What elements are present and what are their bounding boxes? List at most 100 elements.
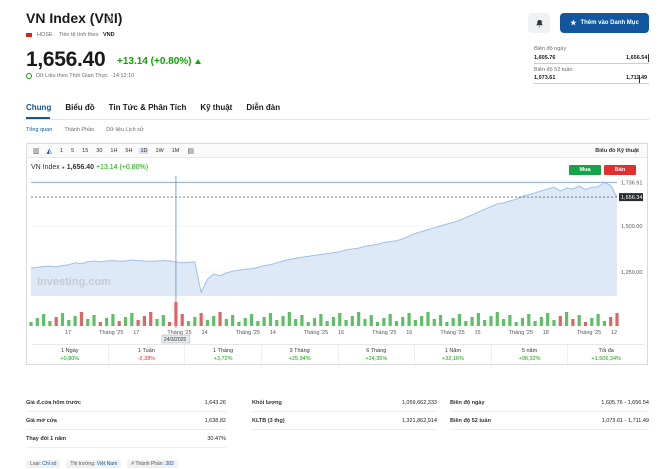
volume-bar — [54, 317, 58, 326]
volume-bar — [281, 316, 285, 326]
price-change: +13.14 (+0.80%) — [117, 56, 192, 67]
volume-bar — [375, 322, 380, 326]
x-tick-label: Tháng '25 — [440, 330, 464, 336]
volume-bar — [483, 320, 487, 326]
performance-cell[interactable]: 5 năm +98,32% — [492, 345, 569, 367]
crosshair-date-label: 24/3/2025 — [164, 337, 186, 343]
timeframe-5h[interactable]: 5H — [124, 148, 133, 154]
volume-bar — [237, 322, 241, 326]
timeframe-5[interactable]: 5 — [70, 148, 75, 154]
members-chip[interactable]: # Thành Phần: 383 — [127, 460, 178, 468]
candlestick-icon[interactable]: ▥ — [33, 147, 40, 155]
volume-bar — [262, 317, 266, 326]
alert-bell-button[interactable]: + — [528, 13, 550, 33]
compare-icon[interactable]: ▤ — [187, 147, 194, 155]
volume-bar — [155, 319, 159, 326]
performance-cell[interactable]: 1 Tháng +3,72% — [185, 345, 262, 367]
price-chart[interactable]: 1,736.91 1,500.00 1,250.00 1,656.34 Investin… — [27, 176, 647, 344]
stat-value: 1,638.82 — [204, 417, 226, 424]
volume-bar — [602, 321, 606, 326]
market-value: Việt Nam — [96, 461, 118, 467]
volume-bar — [363, 319, 367, 326]
buy-button[interactable]: Mua — [569, 165, 601, 175]
volume-bar — [338, 313, 342, 326]
volume-bar — [470, 317, 474, 326]
volume-bar — [212, 316, 216, 326]
area-chart-icon[interactable]: ◭ — [47, 147, 52, 155]
performance-period: 3 Tháng — [289, 348, 310, 354]
tab-technical[interactable]: Kỹ thuật — [200, 103, 232, 112]
volume-bar — [136, 320, 140, 326]
volume-bar — [224, 319, 228, 326]
subtab-summary[interactable]: Tổng quan — [26, 127, 52, 133]
volume-bar — [445, 322, 449, 326]
volume-bar — [205, 320, 210, 326]
timeframe-1m[interactable]: 1M — [171, 148, 181, 154]
index-meta-footer: Loại: Chỉ số Thị trường: Việt Nam # Thàn… — [26, 460, 178, 468]
timeframe-1w[interactable]: 1W — [154, 148, 164, 154]
week52-range-marker — [638, 75, 640, 83]
volume-bar — [312, 318, 317, 326]
volume-bar — [432, 319, 436, 326]
main-tabs: Chung Biểu đồ Tin Tức & Phân Tích Kỹ thu… — [26, 103, 280, 112]
tab-forum[interactable]: Diễn đàn — [246, 103, 280, 112]
performance-cell[interactable]: 1 Năm +32,16% — [415, 345, 492, 367]
market-chip[interactable]: Thị trường: Việt Nam — [66, 460, 122, 468]
timeframe-15[interactable]: 15 — [81, 148, 89, 154]
timeframe-1h[interactable]: 1H — [109, 148, 118, 154]
volume-bar — [344, 320, 348, 326]
volume-bar — [79, 312, 84, 326]
performance-value: +0,80% — [60, 356, 80, 362]
volume-bar — [407, 313, 411, 326]
tab-overview[interactable]: Chung — [26, 103, 51, 112]
timeframe-1d[interactable]: 1D — [139, 147, 149, 154]
stats-column-1: Giá đ.cửa hôm trước 1,643.26 Giá mở cửa 1,6… — [26, 394, 226, 448]
add-to-watchlist-button[interactable]: ★ Thêm vào Danh Mục — [560, 13, 649, 33]
volume-bar — [489, 316, 493, 326]
timeframe-1[interactable]: 1 — [59, 148, 64, 154]
performance-value: +1.506,34% — [591, 356, 621, 362]
week52-range-high: 1,711.49 — [626, 75, 648, 81]
volume-bar — [130, 313, 134, 326]
subtab-components[interactable]: Thành Phần — [64, 127, 94, 133]
performance-cell[interactable]: 1 Ngày +0,80% — [32, 345, 109, 367]
volume-bar — [48, 321, 52, 326]
performance-cell[interactable]: 3 Tháng +25,94% — [262, 345, 339, 367]
volume-bar — [29, 322, 33, 326]
volume-bar — [294, 319, 298, 326]
subtab-historical-data[interactable]: Dữ liệu Lịch sử — [106, 127, 143, 133]
performance-cell[interactable]: Tối đa +1.506,34% — [568, 345, 644, 367]
type-chip[interactable]: Loại: Chỉ số — [26, 460, 61, 468]
info-icon[interactable] — [106, 15, 113, 22]
tab-chart[interactable]: Biểu đồ — [65, 103, 94, 112]
sell-button[interactable]: Bán — [604, 165, 636, 175]
x-tick-label: 14 — [270, 330, 276, 336]
volume-bar — [520, 318, 525, 326]
volume-bar — [527, 314, 531, 326]
volume-bar — [426, 312, 430, 326]
stat-value: 1,059,662,333 — [401, 399, 437, 406]
stat-label: Biên độ 52 tuần — [450, 417, 491, 424]
performance-cell[interactable]: 6 Tháng +24,35% — [339, 345, 416, 367]
volume-bar — [420, 316, 424, 326]
x-tick-label: 12 — [611, 330, 617, 336]
performance-value: +24,35% — [365, 356, 388, 362]
volume-bar — [256, 321, 260, 326]
volume-bar — [331, 317, 336, 326]
sub-tabs: Tổng quan Thành Phần Dữ liệu Lịch sử — [26, 127, 144, 133]
volume-bar — [218, 312, 222, 326]
performance-cell[interactable]: 1 Tuần -2,38% — [109, 345, 186, 367]
stat-value: 30.47% — [207, 435, 226, 442]
chart-change: +13.14 (+0.80%) — [95, 164, 149, 171]
tab-news-analysis[interactable]: Tin Tức & Phân Tích — [109, 103, 187, 112]
volume-bar — [552, 320, 556, 326]
technical-chart-link[interactable]: Biểu đồ Kỹ thuật — [595, 148, 639, 154]
y-tick-label: 1,736.91 — [621, 180, 642, 186]
day-range-label: Biên độ ngày — [534, 46, 567, 52]
realtime-note: Dữ Liệu theo Thời Gian Thực · 14:12:10 — [36, 73, 135, 79]
market-label: Thị trường: — [70, 461, 96, 467]
volume-bar — [583, 322, 588, 326]
timeframe-30[interactable]: 30 — [95, 148, 103, 154]
stat-value: 1,605.76 - 1,656.54 — [601, 399, 649, 406]
volume-bar — [388, 314, 392, 326]
